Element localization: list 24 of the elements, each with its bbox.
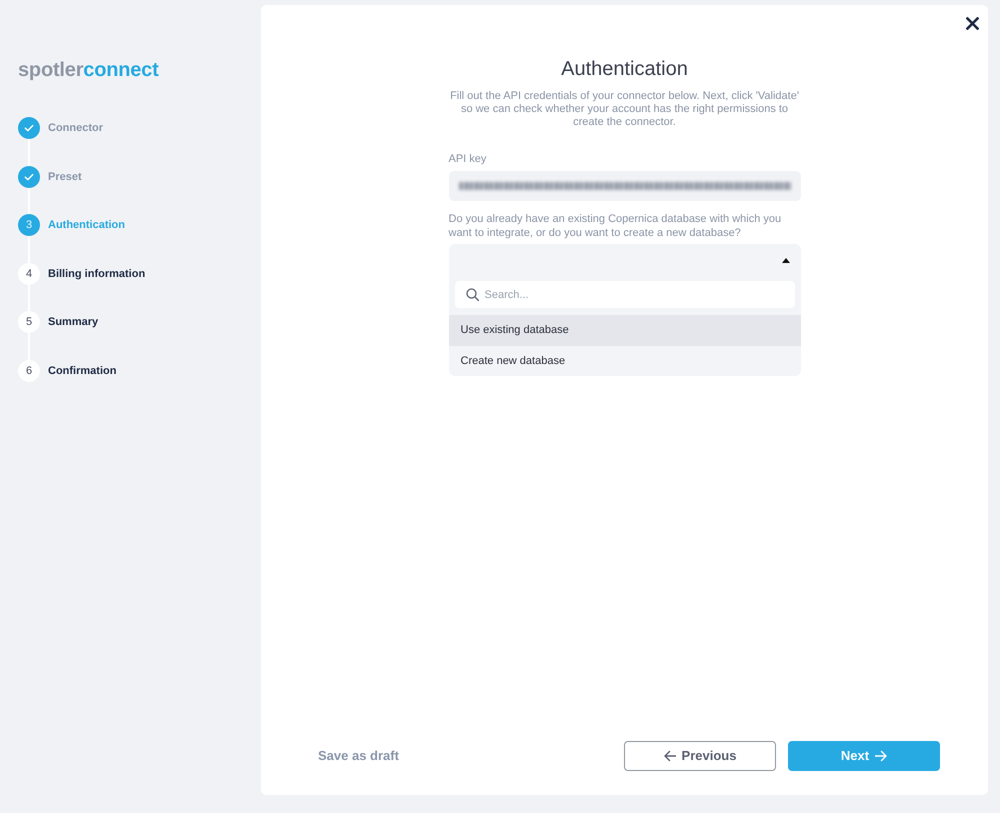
- arrow-left-icon: [664, 750, 676, 762]
- arrow-right-icon: [875, 750, 888, 762]
- dropdown-option[interactable]: Create new database: [448, 346, 800, 376]
- step-label[interactable]: Summary: [48, 314, 98, 330]
- close-button[interactable]: [966, 17, 979, 30]
- step-label[interactable]: Confirmation: [48, 362, 116, 379]
- description-text: Fill out the API credentials of your connector below. Next, click 'Validate' so we can check whether your account has the right permissions to create the connector.: [449, 90, 800, 129]
- step-number: 3: [18, 214, 40, 236]
- field-label: API key: [448, 152, 488, 166]
- step-number: 4: [18, 262, 40, 285]
- caret-up-icon[interactable]: [782, 258, 790, 262]
- search-field[interactable]: Search...: [454, 281, 794, 308]
- page-title: Authentication: [560, 57, 689, 82]
- step-number: 5: [18, 311, 40, 334]
- brand-logo: spotlerconnect: [18, 58, 159, 82]
- step-number: 6: [18, 360, 40, 382]
- step-label[interactable]: Billing information: [48, 266, 146, 282]
- search-icon: [466, 288, 478, 301]
- api-key-field[interactable]: [448, 171, 800, 201]
- close-icon: [966, 17, 979, 30]
- previous-button[interactable]: Previous: [624, 741, 776, 771]
- database-select[interactable]: Search... Use existing database Create new database: [448, 244, 800, 376]
- field-label: Do you already have an existing Copernica database with which you want to integrate, or do you want to create a new database?: [448, 212, 782, 240]
- dropdown-option[interactable]: Use existing database: [448, 315, 800, 346]
